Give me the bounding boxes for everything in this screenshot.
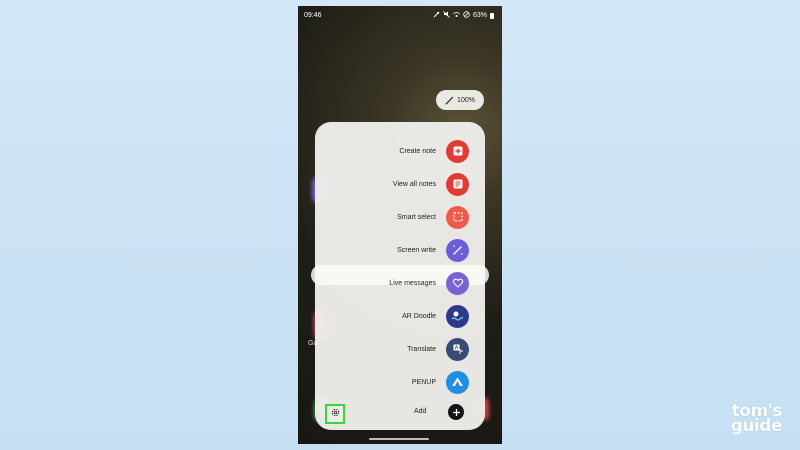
status-icons: 63% <box>433 11 494 20</box>
status-time: 09:46 <box>304 12 322 19</box>
penup-icon <box>446 370 469 394</box>
air-command-panel: Create note View all notes Smart select … <box>311 122 489 430</box>
notes-list-icon <box>446 172 469 196</box>
toms-guide-logo: tom's guide <box>730 403 783 436</box>
signal-icon <box>433 11 440 20</box>
smart-select-icon <box>446 205 469 229</box>
phone-screen: 09:46 63% 100% Ga Create note View all n… <box>298 6 502 444</box>
heart-icon <box>446 271 469 295</box>
menu-item-label: AR Doodle <box>402 312 436 320</box>
menu-item-penup[interactable]: PENUP <box>315 370 485 394</box>
battery-text: 63% <box>472 12 487 19</box>
menu-item-label: Translate <box>407 345 436 353</box>
pen-icon <box>445 96 454 105</box>
zoom-level: 100% <box>457 96 475 104</box>
mute-icon <box>443 11 450 20</box>
ar-doodle-icon <box>446 304 469 328</box>
screen-write-icon <box>446 238 469 262</box>
menu-item-ar-doodle[interactable]: AR Doodle <box>315 304 485 328</box>
settings-button[interactable] <box>325 404 345 424</box>
do-not-disturb-icon <box>463 11 470 20</box>
create-note-icon <box>446 139 469 163</box>
menu-item-label: View all notes <box>392 180 436 188</box>
menu-item-label: PENUP <box>411 378 436 386</box>
home-indicator[interactable] <box>369 438 429 440</box>
menu-item-label: Screen write <box>397 246 436 254</box>
add-shortcut-label[interactable]: Add <box>414 408 426 415</box>
status-bar: 09:46 63% <box>298 6 502 26</box>
add-icon[interactable] <box>448 404 464 420</box>
menu-item-live-messages[interactable]: Live messages <box>315 271 485 295</box>
gear-icon <box>330 405 341 423</box>
menu-item-create-note[interactable]: Create note <box>315 139 485 163</box>
menu-item-screen-write[interactable]: Screen write <box>315 238 485 262</box>
wifi-icon <box>453 11 460 20</box>
menu-item-smart-select[interactable]: Smart select <box>315 205 485 229</box>
menu-item-label: Create note <box>399 147 436 155</box>
menu-item-label: Smart select <box>397 213 436 221</box>
battery-icon <box>490 12 494 19</box>
translate-icon <box>446 337 469 361</box>
logo-line-2: guide <box>730 416 783 436</box>
menu-item-translate[interactable]: Translate <box>315 337 485 361</box>
menu-item-view-all-notes[interactable]: View all notes <box>315 172 485 196</box>
menu-item-label: Live messages <box>389 279 436 287</box>
zoom-pill[interactable]: 100% <box>436 90 484 110</box>
